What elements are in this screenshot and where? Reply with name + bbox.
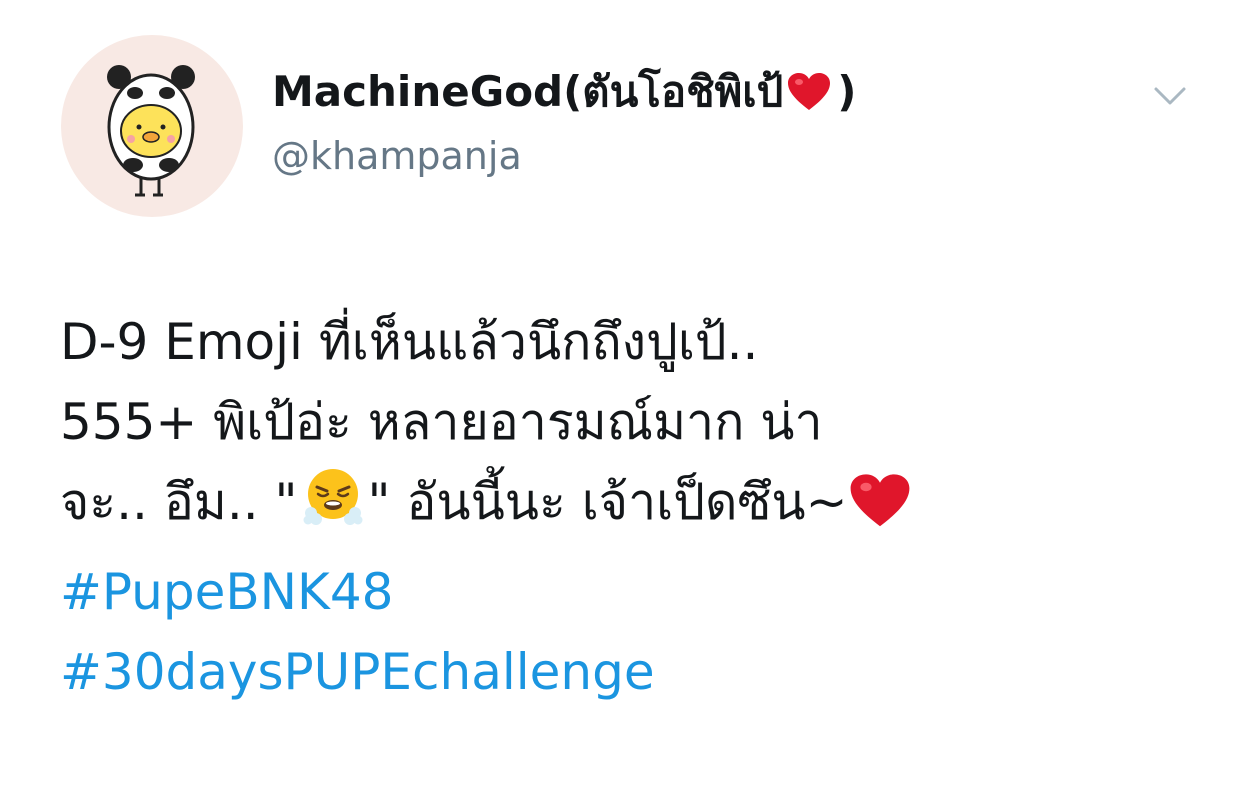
duck-panda-avatar-icon xyxy=(107,65,195,197)
hashtag-link[interactable]: #PupeBNK48 xyxy=(60,552,1220,632)
face-with-steam-from-nose-icon xyxy=(300,463,366,552)
author-display-name[interactable]: MachineGod(ตันโอชิพิเป้) xyxy=(272,66,856,124)
display-name-close-paren: ) xyxy=(837,67,857,116)
tweet-text-line-1: D-9 Emoji ที่เห็นแล้วนึกถึงปูเป้.. xyxy=(60,313,759,371)
tweet-text-line-3: จะ.. อึม.. " " อันนี้นะ เจ้าเป็ดซึน~ xyxy=(60,462,1220,552)
tweet-card: MachineGod(ตันโอชิพิเป้) @khampanja D-9 … xyxy=(0,0,1242,801)
tweet-text-line-2: 555+ พิเป้อ่ะ หลายอารมณ์มาก น่า xyxy=(60,393,823,451)
author-avatar[interactable] xyxy=(61,35,243,217)
display-name-text: MachineGod(ตันโอชิพิเป้ xyxy=(272,67,784,116)
red-heart-icon xyxy=(787,72,831,124)
red-heart-icon xyxy=(849,472,911,552)
hashtag-link[interactable]: #30daysPUPEchallenge xyxy=(60,632,1220,712)
tweet-text: D-9 Emoji ที่เห็นแล้วนึกถึงปูเป้.. 555+ … xyxy=(60,302,1220,712)
tweet-text-line-3-end: " อันนี้นะ เจ้าเป็ดซึน~ xyxy=(367,473,848,531)
chevron-down-icon[interactable] xyxy=(1152,84,1188,108)
tweet-text-line-3-start: จะ.. อึม.. " xyxy=(60,473,298,531)
author-handle[interactable]: @khampanja xyxy=(272,132,522,180)
